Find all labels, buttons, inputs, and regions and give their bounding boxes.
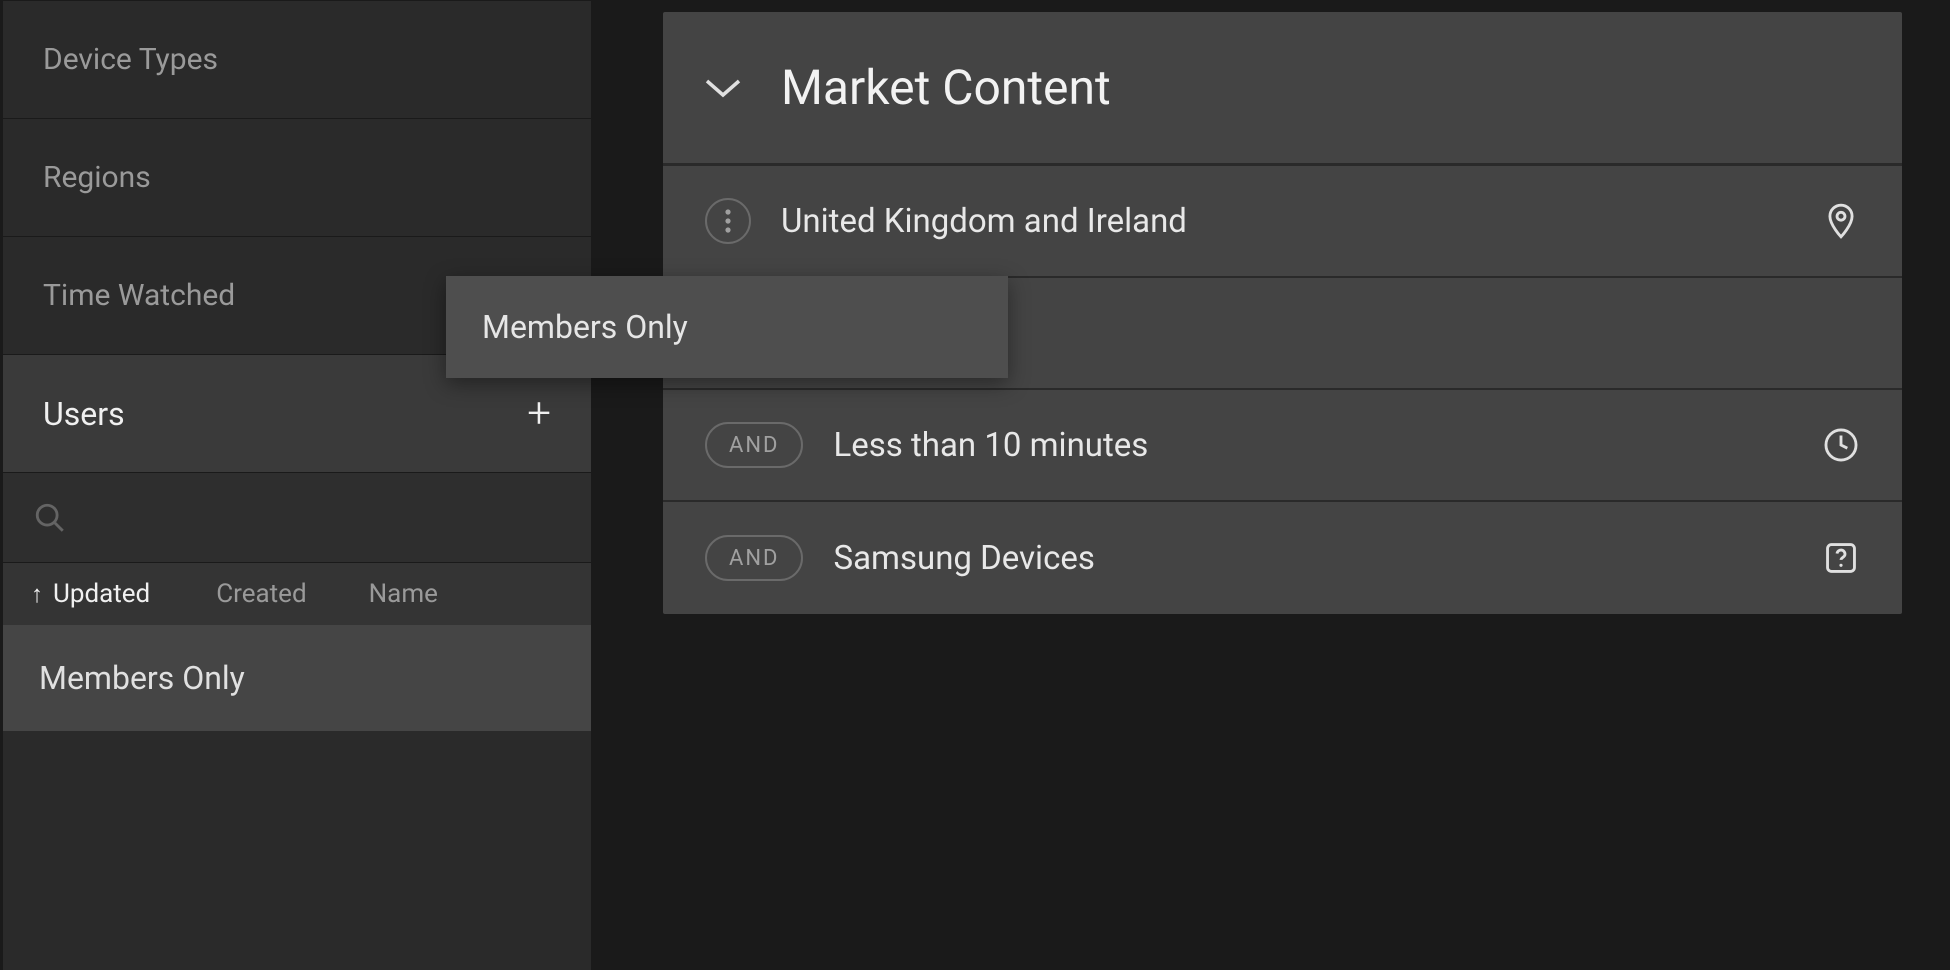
rule-row-device[interactable]: AND Samsung Devices: [663, 502, 1902, 614]
user-item-label: Members Only: [39, 659, 245, 697]
user-item-members-only[interactable]: Members Only: [3, 625, 591, 731]
sort-updated[interactable]: ↑ Updated: [31, 579, 150, 609]
add-user-button[interactable]: +: [527, 389, 551, 438]
main-panel: Market Content United Kingdom and Irelan…: [591, 0, 1950, 970]
unknown-icon: [1822, 539, 1860, 577]
operator-label: AND: [729, 546, 779, 571]
rule-row-time[interactable]: AND Less than 10 minutes: [663, 390, 1902, 502]
sort-row: ↑ Updated Created Name: [3, 563, 591, 625]
search-row[interactable]: [3, 473, 591, 563]
sort-name[interactable]: Name: [369, 579, 438, 609]
chevron-down-icon: [705, 77, 741, 99]
and-operator-pill[interactable]: AND: [705, 422, 803, 468]
rule-row-region[interactable]: United Kingdom and Ireland: [663, 166, 1902, 278]
sidebar-item-label: Time Watched: [43, 278, 235, 313]
sidebar-item-device-types[interactable]: Device Types: [3, 1, 591, 119]
user-list: Members Only: [3, 625, 591, 970]
sidebar-item-label: Device Types: [43, 42, 218, 77]
card-header[interactable]: Market Content: [663, 12, 1902, 166]
sort-label: Created: [216, 579, 306, 609]
rule-label: United Kingdom and Ireland: [781, 202, 1187, 241]
sort-arrow-up-icon: ↑: [31, 580, 43, 609]
sort-label: Name: [369, 579, 438, 609]
row-menu-button[interactable]: [705, 198, 751, 244]
sidebar-item-time-watched[interactable]: Time Watched: [3, 237, 591, 355]
sidebar-item-label: Regions: [43, 160, 151, 195]
market-content-card: Market Content United Kingdom and Irelan…: [663, 12, 1902, 614]
rule-label: Samsung Devices: [833, 539, 1094, 578]
search-icon: [33, 501, 67, 535]
rule-label: Less than 10 minutes: [833, 426, 1148, 465]
app-root: Device Types Regions Time Watched Users …: [0, 0, 1950, 970]
sidebar-section-users[interactable]: Users +: [3, 355, 591, 473]
sidebar-section-label: Users: [43, 395, 125, 433]
pin-icon: [1822, 202, 1860, 240]
clock-icon: [1822, 426, 1860, 464]
and-operator-pill[interactable]: AND: [705, 535, 803, 581]
rule-gap-drop-target[interactable]: [663, 278, 1902, 390]
dots-vertical-icon: [724, 208, 732, 234]
sidebar-item-regions[interactable]: Regions: [3, 119, 591, 237]
sort-created[interactable]: Created: [216, 579, 306, 609]
sort-label: Updated: [53, 579, 150, 609]
operator-label: AND: [729, 433, 779, 458]
sidebar: Device Types Regions Time Watched Users …: [0, 0, 591, 970]
card-title: Market Content: [781, 59, 1111, 116]
